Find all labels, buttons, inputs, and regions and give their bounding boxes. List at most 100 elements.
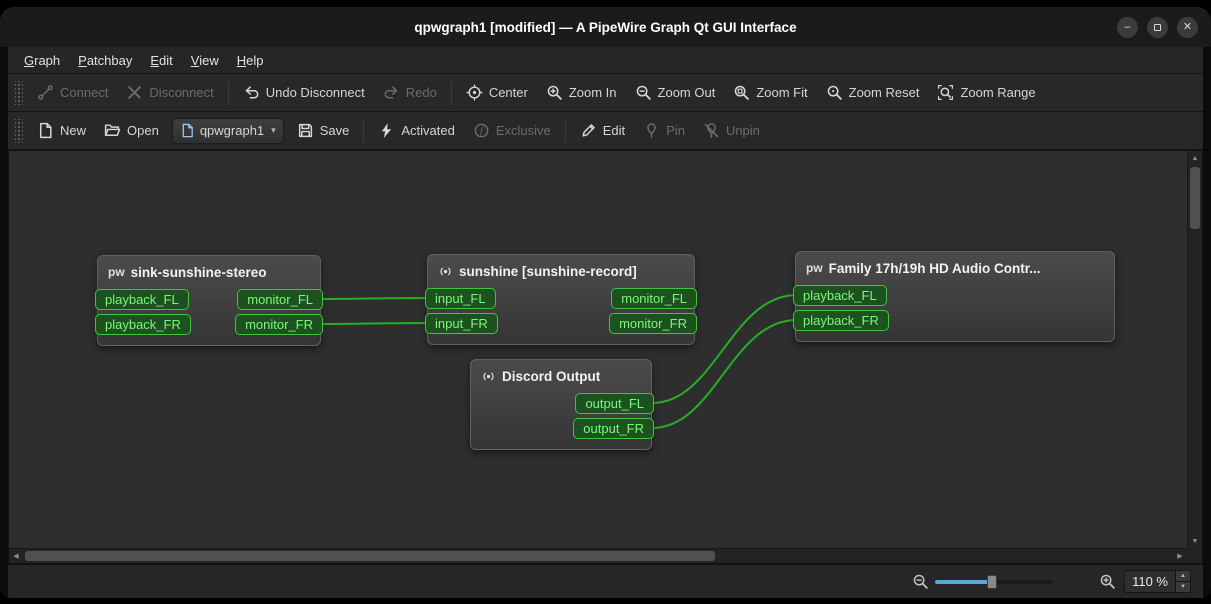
port-output[interactable]: output_FL [575, 393, 654, 414]
node-sink-sunshine-stereo[interactable]: pw sink-sunshine-stereo playback_FL moni… [95, 255, 323, 346]
maximize-button[interactable] [1147, 16, 1168, 38]
port-input[interactable]: input_FL [425, 288, 496, 309]
zoom-spin-up-button[interactable]: ▲ [1176, 571, 1190, 581]
menu-patchbay[interactable]: Patchbay [69, 50, 141, 71]
connection-line[interactable] [320, 322, 430, 325]
menu-help[interactable]: Help [228, 50, 273, 71]
zoom-in-button[interactable]: Zoom In [537, 78, 626, 108]
new-file-icon [39, 122, 52, 139]
node-header[interactable]: sunshine [sunshine-record] [428, 255, 694, 287]
statusbar: 110 % ▲ ▼ [8, 564, 1203, 598]
node-header[interactable]: pw Family 17h/19h HD Audio Contr... [796, 252, 1114, 284]
node-discord-output[interactable]: Discord Output output_FL output_FR [470, 359, 654, 450]
port-row: playback_FR monitor_FR [95, 314, 323, 335]
scroll-up-arrow[interactable]: ▲ [1188, 151, 1202, 165]
unpin-label: Unpin [725, 123, 760, 138]
port-list: playback_FL playback_FR [793, 285, 1114, 341]
port-output[interactable]: monitor_FR [235, 314, 323, 335]
patchbay-selector-value: qpwgraph1 [199, 123, 265, 138]
graph-canvas[interactable]: pw sink-sunshine-stereo playback_FL moni… [8, 150, 1203, 564]
center-button[interactable]: Center [457, 78, 537, 108]
port-input[interactable]: input_FR [425, 313, 498, 334]
zoom-in-mini-icon[interactable] [1099, 573, 1116, 590]
node-title: sink-sunshine-stereo [130, 264, 267, 280]
zoom-in-label: Zoom In [568, 85, 617, 100]
zoom-spin-down-button[interactable]: ▼ [1176, 581, 1190, 592]
scroll-right-arrow[interactable]: ▶ [1173, 549, 1187, 563]
port-input[interactable]: playback_FL [793, 285, 887, 306]
port-row: playback_FL [793, 285, 1114, 306]
patchbay-toolbar: New Open qpwgraph1 ▾ Save Activated f Ex… [8, 112, 1203, 150]
center-icon [466, 84, 483, 101]
port-row: output_FL [471, 393, 654, 414]
zoom-out-button[interactable]: Zoom Out [626, 78, 725, 108]
node-header[interactable]: pw sink-sunshine-stereo [98, 256, 320, 288]
zoom-slider[interactable] [935, 574, 1054, 590]
horizontal-scrollbar-thumb[interactable] [25, 551, 715, 561]
connection-line[interactable] [320, 297, 430, 300]
disconnect-icon [128, 86, 142, 99]
node-title: sunshine [sunshine-record] [459, 263, 637, 279]
menu-view[interactable]: View [182, 50, 228, 71]
open-label: Open [127, 123, 159, 138]
port-output[interactable]: monitor_FL [611, 288, 697, 309]
zoom-in-icon [547, 85, 562, 100]
port-row: input_FR monitor_FR [425, 313, 697, 334]
zoom-value[interactable]: 110 % [1125, 571, 1175, 592]
lightning-icon [382, 123, 392, 138]
menu-graph[interactable]: Graph [15, 50, 69, 71]
scroll-down-arrow[interactable]: ▼ [1188, 534, 1202, 548]
pin-label: Pin [666, 123, 685, 138]
undo-disconnect-button[interactable]: Undo Disconnect [234, 78, 374, 108]
save-label: Save [319, 123, 350, 138]
port-input[interactable]: playback_FR [95, 314, 191, 335]
redo-button: Redo [374, 78, 446, 108]
port-row: playback_FL monitor_FL [95, 289, 323, 310]
scroll-left-arrow[interactable]: ◀ [9, 549, 23, 563]
menu-edit[interactable]: Edit [141, 50, 181, 71]
zoom-reset-button[interactable]: Zoom Reset [817, 78, 929, 108]
port-output[interactable]: output_FR [573, 418, 654, 439]
center-label: Center [488, 85, 528, 100]
port-output[interactable]: monitor_FR [609, 313, 697, 334]
node-sunshine-record[interactable]: sunshine [sunshine-record] input_FL moni… [425, 254, 697, 345]
stream-icon [440, 267, 451, 275]
edit-button[interactable]: Edit [571, 116, 634, 146]
port-row: output_FR [471, 418, 654, 439]
port-input[interactable]: playback_FR [793, 310, 889, 331]
pin-button: Pin [634, 116, 694, 146]
horizontal-scrollbar[interactable]: ◀ ▶ [9, 548, 1187, 563]
zoom-out-label: Zoom Out [657, 85, 716, 100]
open-button[interactable]: Open [95, 116, 168, 146]
toolbar-grip[interactable] [15, 80, 23, 105]
activated-label: Activated [401, 123, 455, 138]
patchbay-selector[interactable]: qpwgraph1 ▾ [171, 117, 284, 144]
port-list: input_FL monitor_FL input_FR monitor_FR [425, 288, 697, 344]
qpwgraph-window: qpwgraph1 [modified] — A PipeWire Graph … [0, 7, 1211, 598]
toolbar-grip[interactable] [15, 118, 23, 143]
vertical-scrollbar-thumb[interactable] [1190, 167, 1200, 229]
close-button[interactable]: ✕ [1177, 16, 1198, 38]
zoom-range-icon [938, 84, 954, 101]
node-header[interactable]: Discord Output [471, 360, 651, 392]
zoom-range-button[interactable]: Zoom Range [928, 78, 1044, 108]
maximize-icon [1154, 23, 1161, 31]
port-row: playback_FR [793, 310, 1114, 331]
titlebar[interactable]: qpwgraph1 [modified] — A PipeWire Graph … [0, 7, 1211, 47]
minimize-button[interactable]: – [1117, 16, 1138, 38]
pin-icon [647, 123, 656, 139]
zoom-out-mini-icon[interactable] [912, 573, 929, 590]
zoom-spinbox[interactable]: 110 % ▲ ▼ [1124, 570, 1191, 593]
zoom-slider-handle[interactable] [986, 574, 997, 589]
node-family-hd-audio[interactable]: pw Family 17h/19h HD Audio Contr... play… [793, 251, 1115, 342]
port-output[interactable]: monitor_FL [237, 289, 323, 310]
patchbay-file-icon [182, 123, 193, 138]
zoom-fit-button[interactable]: Zoom Fit [724, 78, 816, 108]
vertical-scrollbar[interactable]: ▲ ▼ [1187, 151, 1202, 548]
port-input[interactable]: playback_FL [95, 289, 189, 310]
save-button[interactable]: Save [288, 116, 359, 146]
pencil-icon [582, 124, 595, 137]
new-button[interactable]: New [28, 116, 95, 146]
activated-button[interactable]: Activated [369, 116, 463, 146]
toolbar-separator [450, 80, 452, 105]
